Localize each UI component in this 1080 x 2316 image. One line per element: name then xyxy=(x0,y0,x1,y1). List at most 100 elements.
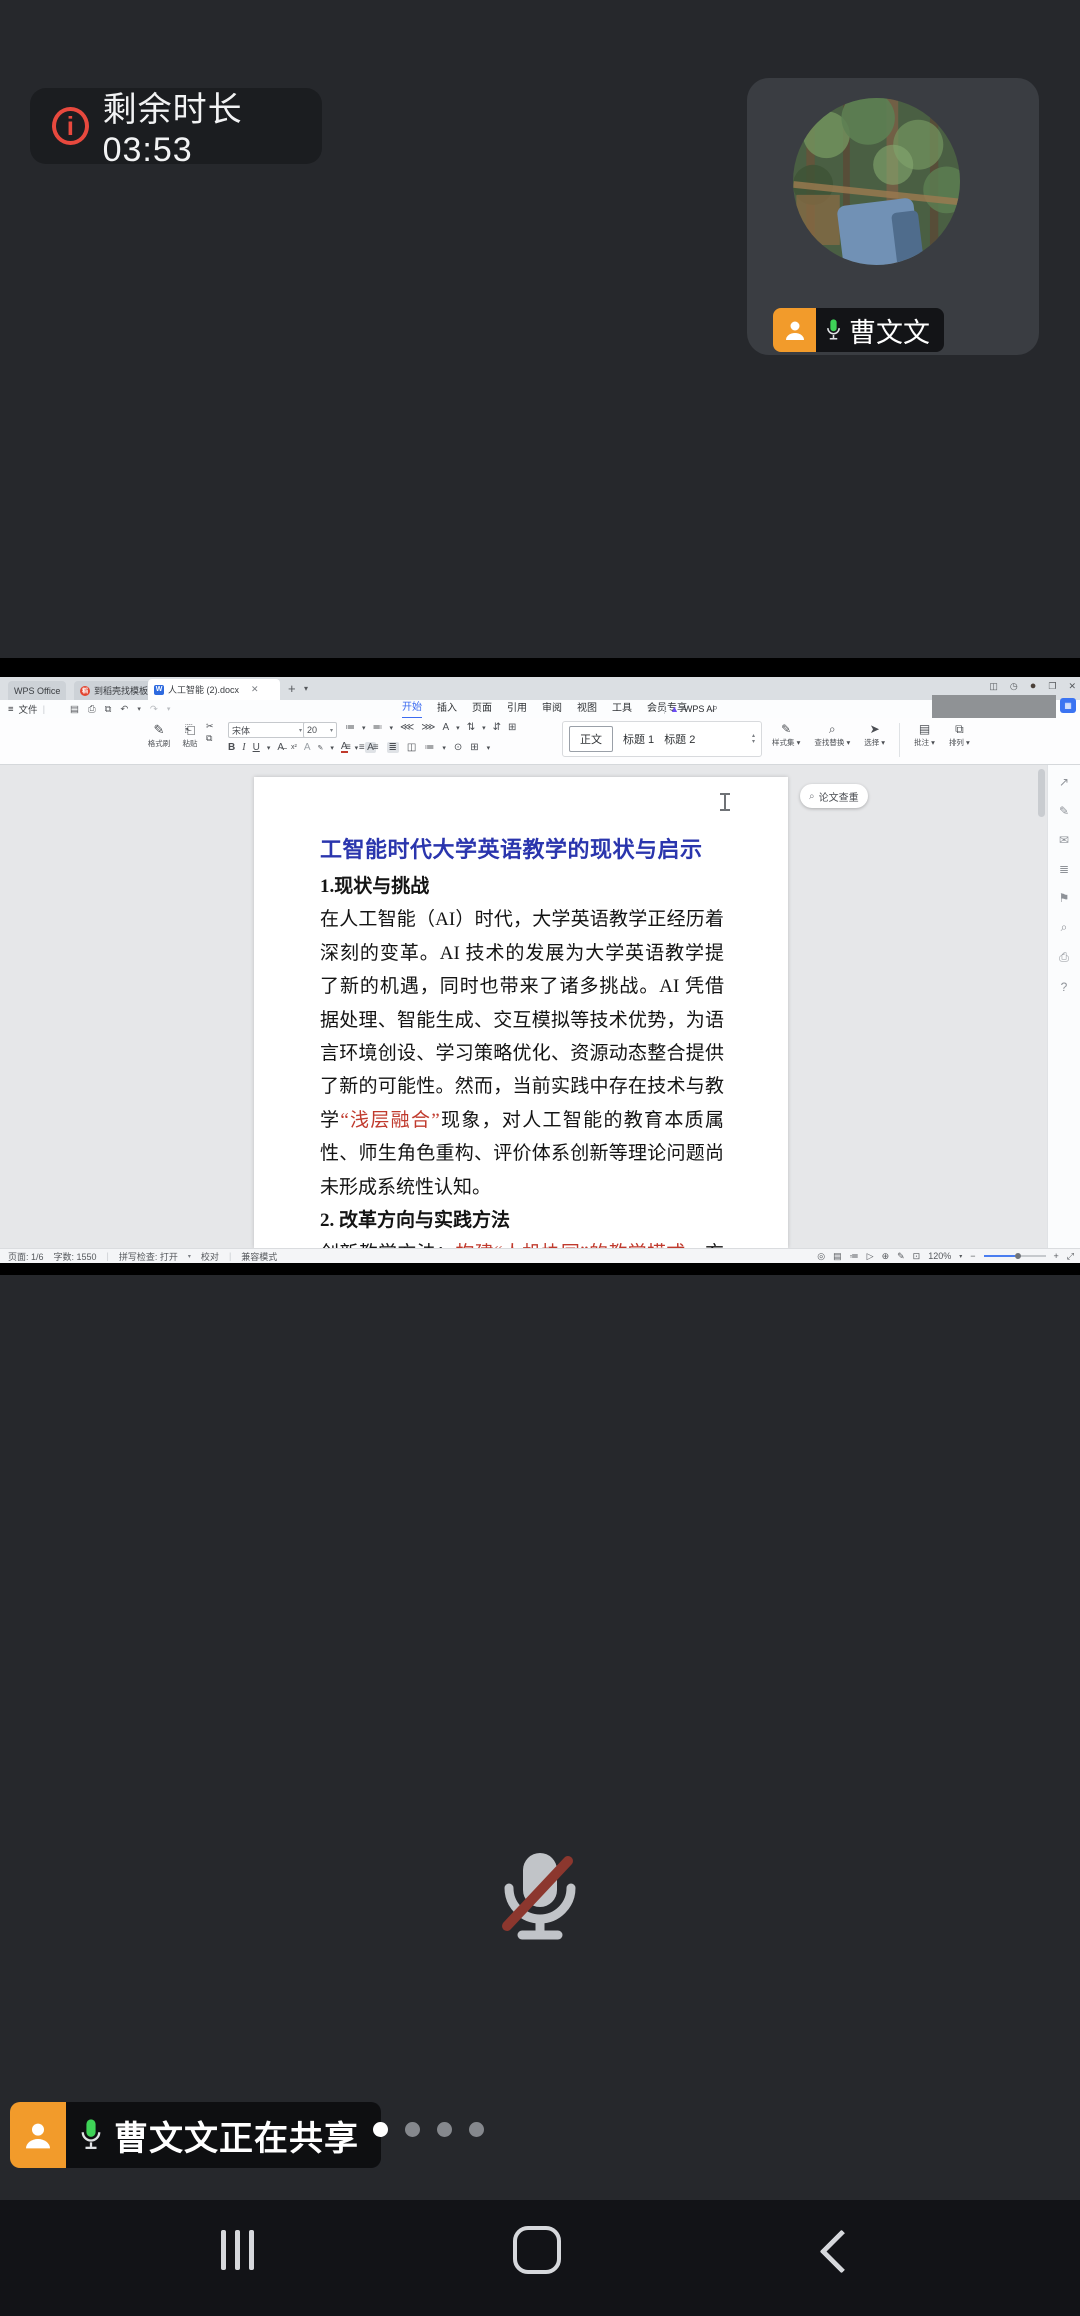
print-panel-icon[interactable]: ⎙ xyxy=(1059,950,1069,965)
wps-ai-button[interactable]: ▲ WPS AI xyxy=(664,700,715,718)
close-tab-icon[interactable]: ✕ xyxy=(251,684,259,695)
menu-item[interactable]: 引用 xyxy=(507,700,527,718)
home-button[interactable] xyxy=(513,2226,561,2274)
vertical-scrollbar[interactable] xyxy=(1038,769,1045,817)
zoom-level-label[interactable]: 120% xyxy=(928,1251,951,1261)
comment-panel-icon[interactable]: ✉ xyxy=(1059,833,1069,847)
borders-caret-icon[interactable]: ▾ xyxy=(487,744,491,752)
search-icon[interactable]: ⌕ xyxy=(712,702,718,715)
italic-icon[interactable]: I xyxy=(242,742,245,753)
sharing-banner[interactable]: 曹文文正在共享 xyxy=(10,2102,381,2168)
copy-icon[interactable]: ⧉ xyxy=(206,734,214,743)
preview-icon[interactable]: ⧉ xyxy=(105,704,112,715)
paste-button[interactable]: ⎗ 粘贴 xyxy=(176,722,204,749)
sort-icon[interactable]: ⇵ xyxy=(493,722,501,733)
web-layout-icon[interactable]: ⊕ xyxy=(882,1251,890,1262)
highlight-icon[interactable]: ✎ xyxy=(318,744,324,752)
zoom-slider-knob[interactable] xyxy=(1015,1253,1021,1259)
style-chip[interactable]: 正文 xyxy=(569,726,613,752)
style-gallery-scroll[interactable]: ▴▾ xyxy=(752,733,755,745)
strikethrough-icon[interactable]: A̶ xyxy=(277,742,284,753)
style-set-tool[interactable]: ✎样式集 ▾ xyxy=(772,721,800,748)
numbered-caret-icon[interactable]: ▾ xyxy=(390,724,394,732)
arrange-tool[interactable]: ⧉排列 ▾ xyxy=(949,721,970,748)
share-doc-button[interactable]: ▦ xyxy=(1060,698,1076,713)
font-name-select[interactable]: 宋体 ▾ xyxy=(228,722,306,738)
tab-docer-templates[interactable]: 稻 到稻壳找模板 xyxy=(74,681,154,700)
superscript-icon[interactable]: x² xyxy=(291,744,297,751)
recents-button[interactable] xyxy=(221,2230,254,2270)
search-panel-icon[interactable]: ⌕ xyxy=(1061,920,1068,935)
undo-icon[interactable]: ↶ xyxy=(120,704,128,715)
paragraph-layout-icon[interactable]: ≔ xyxy=(424,742,434,753)
font-size-select[interactable]: 20 ▾ xyxy=(303,722,337,738)
edit-mode-icon[interactable]: ✎ xyxy=(897,1251,905,1262)
document-page[interactable]: 工智能时代大学英语教学的现状与启示 1.现状与挑战在人工智能（AI）时代，大学英… xyxy=(254,777,788,1248)
menu-item[interactable]: 工具 xyxy=(612,700,632,718)
read-mode-icon[interactable]: ▷ xyxy=(867,1251,874,1262)
line-spacing-caret-icon[interactable]: ▾ xyxy=(482,724,486,732)
restore-window-icon[interactable]: ❐ xyxy=(1048,681,1056,692)
zoom-out-button[interactable]: − xyxy=(970,1251,975,1261)
borders-icon[interactable]: ⊞ xyxy=(470,742,478,753)
shading-icon[interactable]: ⊙ xyxy=(454,742,462,753)
spell-check-label[interactable]: 拼写检查: 打开 xyxy=(119,1250,178,1263)
edit-panel-icon[interactable]: ✎ xyxy=(1059,804,1069,818)
decrease-indent-icon[interactable]: ⋘ xyxy=(400,722,414,733)
find-replace-tool[interactable]: ⌕查找替换 ▾ xyxy=(814,721,850,748)
participant-tile[interactable]: 曹文文 xyxy=(747,78,1039,355)
outline-view-icon[interactable]: ≔ xyxy=(850,1251,859,1262)
cut-icon[interactable]: ✂ xyxy=(206,722,214,731)
eye-protect-icon[interactable]: ◎ xyxy=(817,1251,825,1262)
align-center-icon[interactable]: ≡ xyxy=(359,742,365,753)
style-chip[interactable]: 标题 2 xyxy=(664,731,695,747)
history-clock-icon[interactable]: ◷ xyxy=(1010,681,1018,692)
paragraph-caret-icon[interactable]: ▾ xyxy=(442,744,446,752)
justify-icon[interactable]: ≣ xyxy=(387,742,399,753)
align-right-icon[interactable]: ≡ xyxy=(373,742,379,753)
highlight-caret-icon[interactable]: ▾ xyxy=(330,744,334,752)
increase-indent-icon[interactable]: ⋙ xyxy=(421,722,435,733)
annotate-tool[interactable]: ▤批注 ▾ xyxy=(914,721,935,748)
help-panel-icon[interactable]: ? xyxy=(1061,980,1068,994)
text-effects-icon[interactable]: A xyxy=(304,742,311,753)
menu-item[interactable]: 插入 xyxy=(437,700,457,718)
undo-caret-icon[interactable]: ▾ xyxy=(137,705,141,713)
show-marks-icon[interactable]: ⊞ xyxy=(508,722,516,733)
fit-page-icon[interactable]: ⊡ xyxy=(913,1251,921,1262)
print-icon[interactable]: ⎙ xyxy=(88,704,96,715)
numbered-list-icon[interactable]: ≕ xyxy=(373,722,383,733)
zoom-in-button[interactable]: + xyxy=(1054,1251,1059,1261)
bullet-caret-icon[interactable]: ▾ xyxy=(362,724,366,732)
select-tool[interactable]: ➤选择 ▾ xyxy=(864,721,885,748)
share-panel-icon[interactable]: ↗ xyxy=(1059,775,1069,789)
remaining-time-badge[interactable]: i 剩余时长03:53 xyxy=(30,88,322,164)
bookmark-panel-icon[interactable]: ⚑ xyxy=(1059,891,1070,905)
menu-item[interactable]: 视图 xyxy=(577,700,597,718)
close-window-icon[interactable]: ✕ xyxy=(1068,681,1076,692)
text-direction-icon[interactable]: A xyxy=(443,722,450,733)
menu-item[interactable]: 开始 xyxy=(402,699,422,719)
style-chip[interactable]: 标题 1 xyxy=(623,731,654,747)
zoom-slider[interactable] xyxy=(984,1255,1046,1257)
tab-document[interactable]: W 人工智能 (2).docx ✕ xyxy=(148,679,280,700)
redo-icon[interactable]: ↷ xyxy=(150,704,158,715)
line-spacing-icon[interactable]: ⇅ xyxy=(467,722,475,733)
menu-item[interactable]: 页面 xyxy=(472,700,492,718)
save-icon[interactable]: ▤ xyxy=(70,704,79,715)
redo-caret-icon[interactable]: ▾ xyxy=(167,705,171,713)
page-view-icon[interactable]: ▤ xyxy=(833,1251,842,1262)
new-tab-button[interactable]: + xyxy=(288,681,296,696)
bullet-list-icon[interactable]: ≔ xyxy=(345,722,355,733)
outline-panel-icon[interactable]: ≣ xyxy=(1059,862,1069,876)
fullscreen-icon[interactable]: ⤢ xyxy=(1067,1251,1074,1262)
tab-list-caret-icon[interactable]: ▾ xyxy=(304,684,308,693)
underline-icon[interactable]: U xyxy=(253,742,260,753)
file-menu[interactable]: ≡ 文件 | xyxy=(8,700,45,718)
text-direction-caret-icon[interactable]: ▾ xyxy=(456,724,460,732)
tab-wps-office[interactable]: W WPS Office xyxy=(8,681,66,700)
proofread-label[interactable]: 校对 xyxy=(201,1250,219,1263)
paper-check-pill[interactable]: ⌕ 论文查重 xyxy=(800,784,868,808)
align-left-icon[interactable]: ≡ xyxy=(345,742,351,753)
underline-caret-icon[interactable]: ▾ xyxy=(267,744,271,752)
